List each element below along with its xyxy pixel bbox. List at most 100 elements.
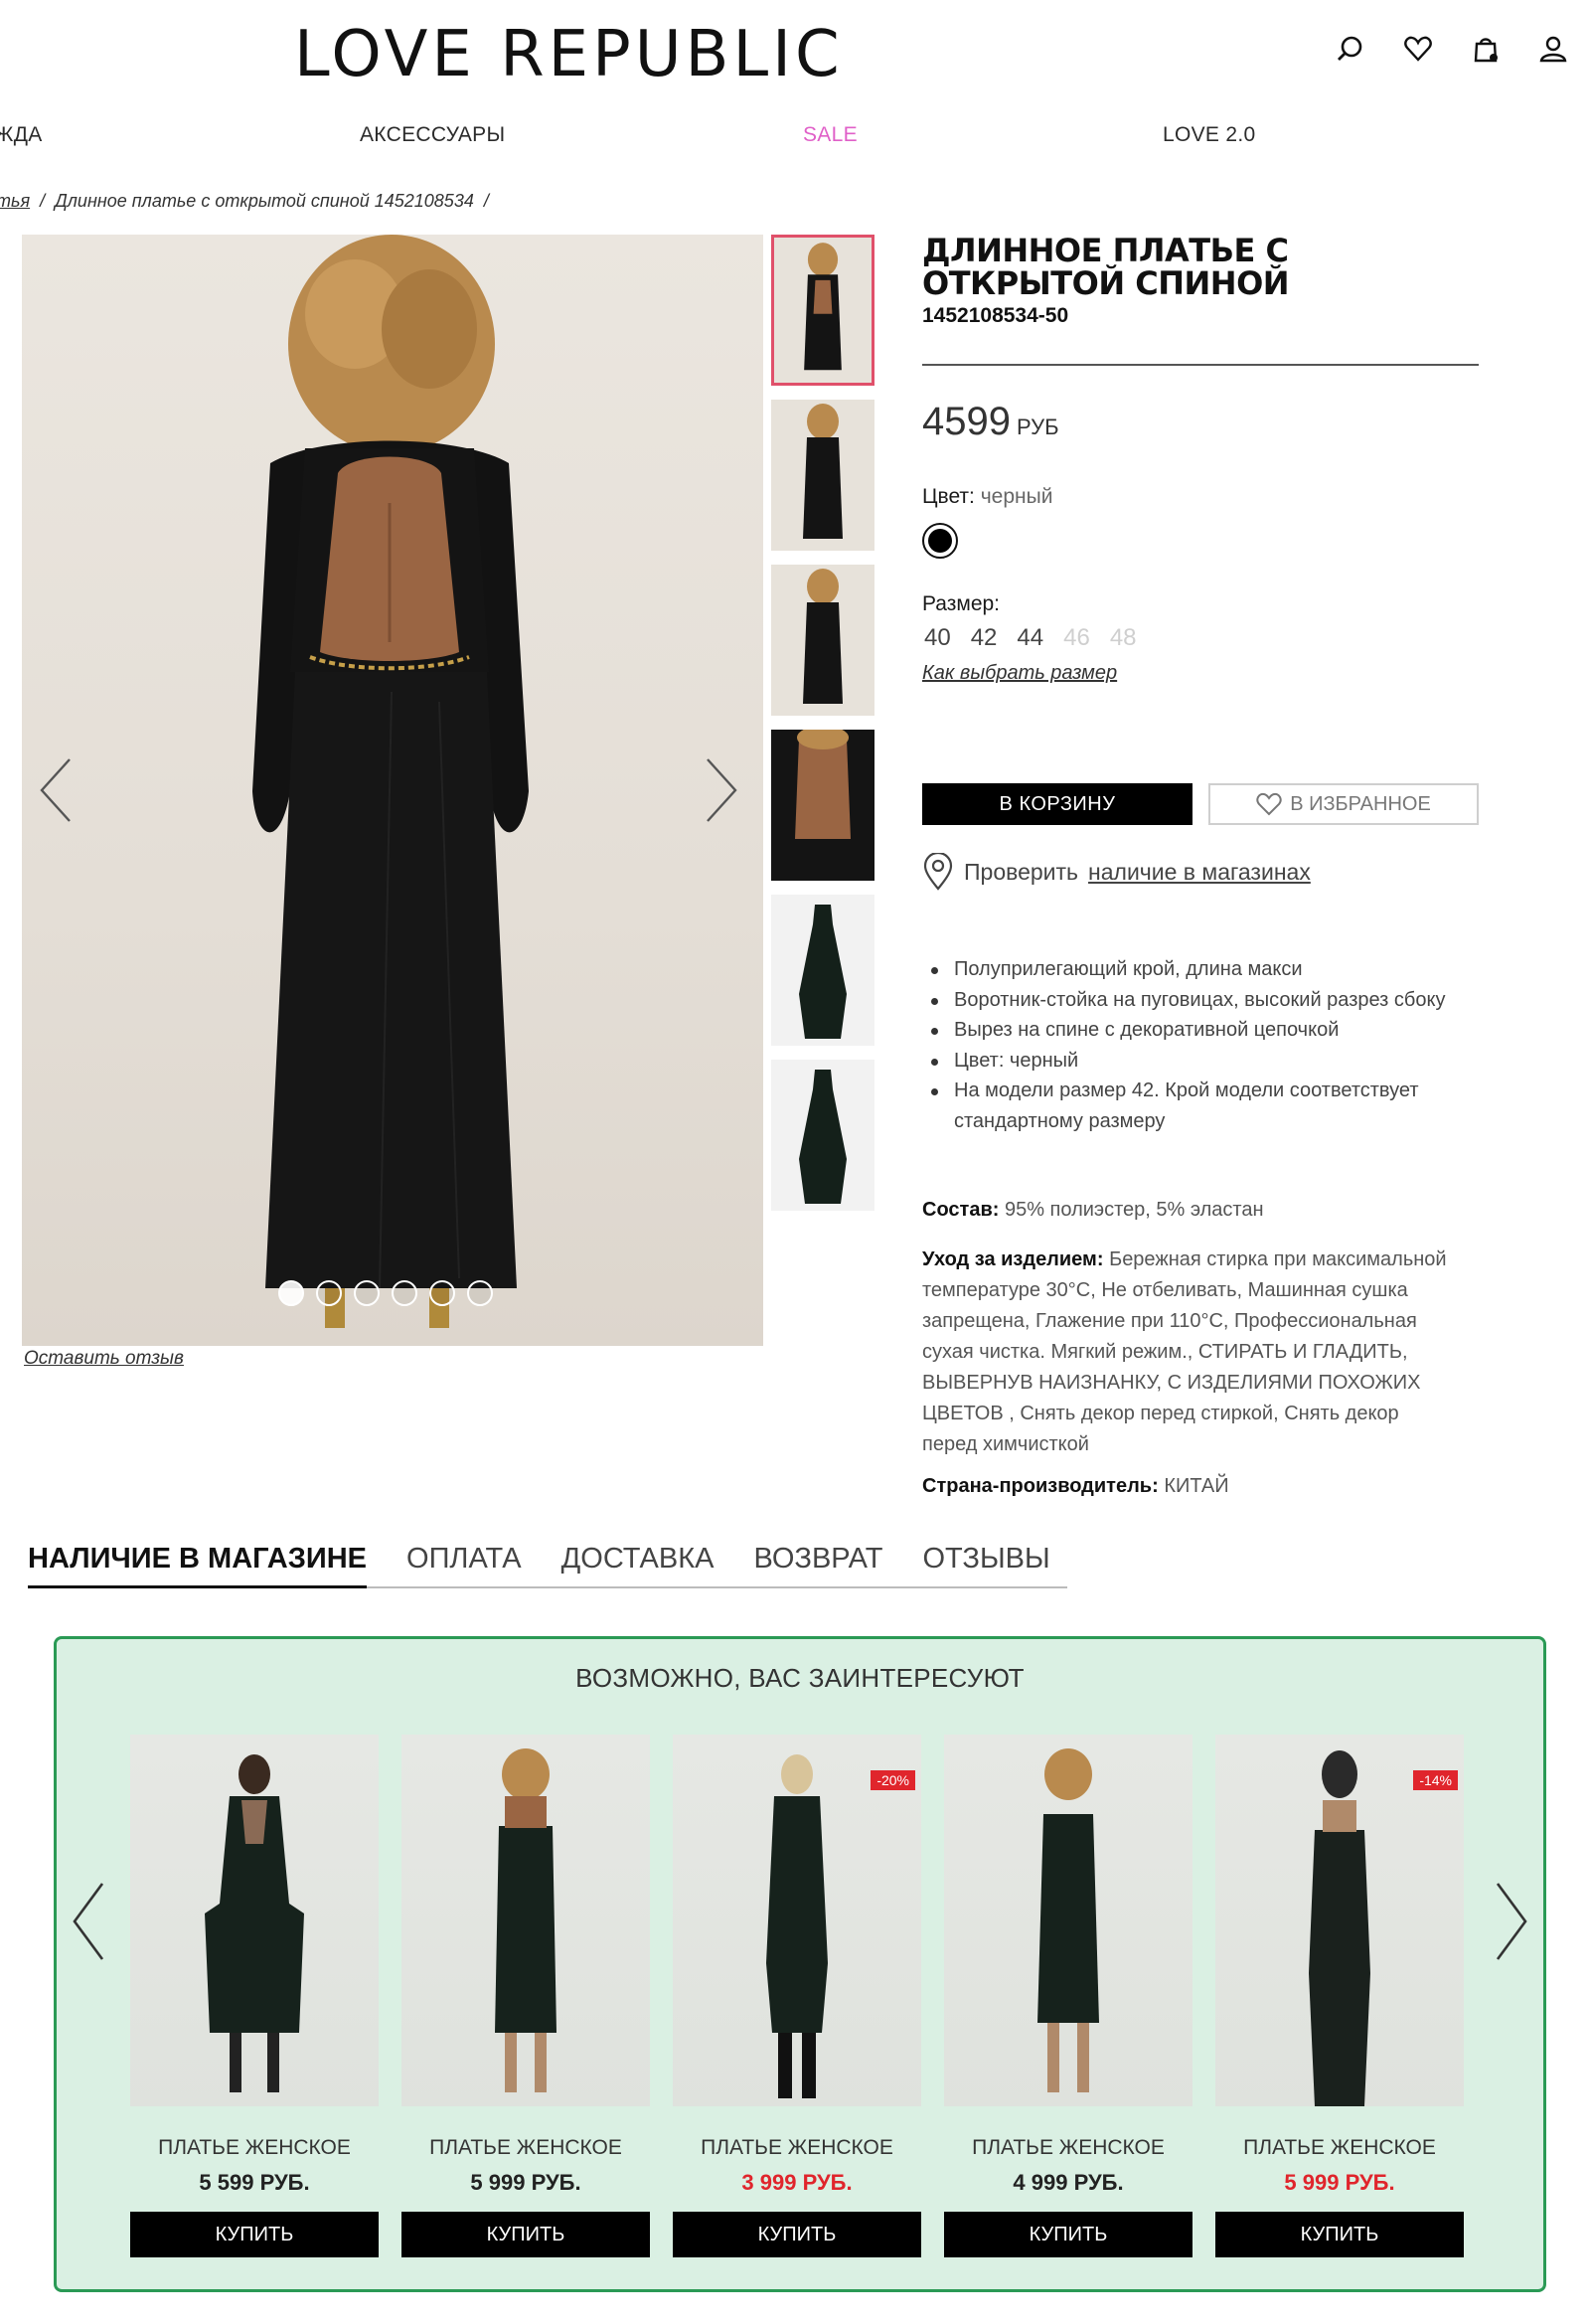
product-card[interactable]: -20% ПЛАТЬЕ ЖЕНСКОЕ 3 999 РУБ. КУПИТЬ — [673, 1735, 921, 2257]
heart-icon[interactable] — [1403, 34, 1433, 64]
care-label: Уход за изделием: — [922, 1248, 1104, 1270]
buy-button[interactable]: КУПИТЬ — [130, 2212, 379, 2257]
feature-item: Воротник-стойка на пуговицах, высокий ра… — [928, 985, 1485, 1016]
buy-button[interactable]: КУПИТЬ — [401, 2212, 650, 2257]
tab-delivery[interactable]: ДОСТАВКА — [561, 1543, 715, 1586]
color-label: Цвет: — [922, 485, 975, 508]
gallery-dot[interactable] — [467, 1280, 493, 1306]
tab-returns[interactable]: ВОЗВРАТ — [753, 1543, 882, 1586]
product-card[interactable]: ПЛАТЬЕ ЖЕНСКОЕ 5 599 РУБ. КУПИТЬ — [130, 1735, 379, 2257]
user-icon[interactable] — [1538, 34, 1568, 64]
size-guide-link[interactable]: Как выбрать размер — [922, 662, 1117, 685]
product-card[interactable]: ПЛАТЬЕ ЖЕНСКОЕ 5 999 РУБ. КУПИТЬ — [401, 1735, 650, 2257]
search-icon[interactable] — [1336, 34, 1365, 64]
thumbnail-6[interactable] — [771, 1060, 874, 1211]
gallery-dot[interactable] — [429, 1280, 455, 1306]
buy-button[interactable]: КУПИТЬ — [673, 2212, 921, 2257]
size-selector: 40 42 44 46 48 — [924, 624, 1137, 652]
discount-badge: -14% — [1413, 1770, 1458, 1790]
country-label: Страна-производитель: — [922, 1475, 1159, 1497]
stock-link[interactable]: наличие в магазинах — [1088, 859, 1311, 886]
color-swatch-black[interactable] — [922, 523, 958, 559]
nav-item-clothing[interactable]: ЖДА — [0, 123, 43, 147]
gallery-dot[interactable] — [316, 1280, 342, 1306]
nav-item-accessories[interactable]: АКСЕССУАРЫ — [360, 123, 505, 147]
tab-payment[interactable]: ОПЛАТА — [406, 1543, 522, 1586]
gallery-prev-arrow[interactable] — [36, 755, 76, 825]
thumbnail-5[interactable] — [771, 895, 874, 1046]
bag-icon[interactable] — [1471, 34, 1501, 64]
discount-badge: -20% — [871, 1770, 915, 1790]
product-price: 4599 РУБ — [922, 400, 1059, 444]
country-value: КИТАЙ — [1164, 1475, 1229, 1497]
product-sku: 1452108534-50 — [922, 304, 1069, 327]
feature-item: Полуприлегающий крой, длина макси — [928, 954, 1485, 985]
main-product-photo[interactable] — [22, 235, 763, 1346]
recommendations-prev-arrow[interactable] — [69, 1880, 108, 1963]
feature-item: На модели размер 42. Крой модели соответ… — [928, 1076, 1485, 1136]
stock-prefix: Проверить — [964, 858, 1079, 885]
product-card-price: 5 999 РУБ. — [470, 2170, 581, 2195]
size-option[interactable]: 42 — [971, 624, 998, 652]
feature-list: Полуприлегающий крой, длина макси Воротн… — [928, 954, 1485, 1136]
size-option-unavailable: 46 — [1063, 624, 1090, 651]
swatch-fill — [928, 529, 952, 553]
main-nav: ЖДА АКСЕССУАРЫ SALE LOVE 2.0 — [0, 123, 1590, 153]
composition-label: Состав: — [922, 1199, 1000, 1221]
care-instructions: Уход за изделием: Бережная стирка при ма… — [922, 1245, 1459, 1460]
thumbnail-4[interactable] — [771, 730, 874, 881]
breadcrumb: атья / Длинное платье с открытой спиной 14… — [0, 191, 499, 212]
product-card-photo[interactable] — [130, 1735, 379, 2106]
breadcrumb-current: Длинное платье с открытой спиной 1452108… — [55, 191, 474, 211]
buy-button[interactable]: КУПИТЬ — [1215, 2212, 1464, 2257]
care-value: Бережная стирка при максимальной темпера… — [922, 1248, 1447, 1455]
model-back-illustration — [252, 235, 529, 1328]
thumbnail-3[interactable] — [771, 565, 874, 716]
gallery-dot[interactable] — [392, 1280, 417, 1306]
product-title: Длинное платье с открытой спиной — [922, 232, 1290, 302]
gallery-dots — [278, 1280, 493, 1306]
recommendations-next-arrow[interactable] — [1492, 1880, 1531, 1963]
gallery-dot[interactable] — [278, 1280, 304, 1306]
product-card[interactable]: -14% ПЛАТЬЕ ЖЕНСКОЕ 5 999 РУБ. КУПИТЬ — [1215, 1735, 1464, 2257]
nav-item-sale[interactable]: SALE — [803, 123, 858, 147]
thumbnail-1[interactable] — [771, 235, 874, 386]
product-card-name: ПЛАТЬЕ ЖЕНСКОЕ — [1243, 2136, 1436, 2159]
price-currency: РУБ — [1016, 415, 1059, 439]
feature-item: Вырез на спине с декоративной цепочкой — [928, 1015, 1485, 1046]
recommendations-title: ВОЗМОЖНО, ВАС ЗАИНТЕРЕСУЮТ — [575, 1663, 1025, 1693]
product-card[interactable]: ПЛАТЬЕ ЖЕНСКОЕ 4 999 РУБ. КУПИТЬ — [944, 1735, 1192, 2257]
product-card-photo[interactable] — [401, 1735, 650, 2106]
nav-item-love-2[interactable]: LOVE 2.0 — [1163, 123, 1255, 147]
product-card-photo[interactable]: -14% — [1215, 1735, 1464, 2106]
size-option[interactable]: 40 — [924, 624, 951, 652]
recommendations-panel: ВОЗМОЖНО, ВАС ЗАИНТЕРЕСУЮТ ПЛАТЬЕ ЖЕНСКО… — [54, 1636, 1546, 2292]
divider — [922, 364, 1479, 366]
product-heading: Длинное платье с открытой спиной 1452108… — [922, 235, 1479, 328]
buy-button[interactable]: КУПИТЬ — [944, 2212, 1192, 2257]
tab-reviews[interactable]: ОТЗЫВЫ — [922, 1543, 1049, 1586]
header-actions — [1336, 34, 1568, 64]
brand-logo[interactable]: LOVE REPUBLIC — [294, 18, 844, 91]
store-availability: Проверить наличие в магазинах — [922, 853, 1311, 891]
feature-item: Цвет: черный — [928, 1046, 1485, 1077]
product-card-price: 5 599 РУБ. — [199, 2170, 310, 2195]
add-to-cart-button[interactable]: В КОРЗИНУ — [922, 783, 1192, 825]
size-label: Размер: — [922, 592, 1001, 615]
color-row: Цвет: черный — [922, 485, 1052, 509]
product-card-photo[interactable] — [944, 1735, 1192, 2106]
size-option[interactable]: 44 — [1017, 624, 1043, 652]
gallery-dot[interactable] — [354, 1280, 380, 1306]
product-card-price: 5 999 РУБ. — [1284, 2170, 1395, 2195]
product-card-name: ПЛАТЬЕ ЖЕНСКОЕ — [972, 2136, 1165, 2159]
product-card-name: ПЛАТЬЕ ЖЕНСКОЕ — [429, 2136, 622, 2159]
breadcrumb-parent-link[interactable]: атья — [0, 191, 30, 211]
thumbnail-2[interactable] — [771, 400, 874, 551]
tab-store-availability[interactable]: НАЛИЧИЕ В МАГАЗИНЕ — [28, 1543, 368, 1588]
add-to-favorites-button[interactable]: В ИЗБРАННОЕ — [1208, 783, 1479, 825]
gallery-next-arrow[interactable] — [702, 755, 741, 825]
composition: Состав: 95% полиэстер, 5% эластан — [922, 1199, 1479, 1222]
product-card-photo[interactable]: -20% — [673, 1735, 921, 2106]
leave-review-link[interactable]: Оставить отзыв — [24, 1348, 184, 1370]
product-card-name: ПЛАТЬЕ ЖЕНСКОЕ — [701, 2136, 893, 2159]
